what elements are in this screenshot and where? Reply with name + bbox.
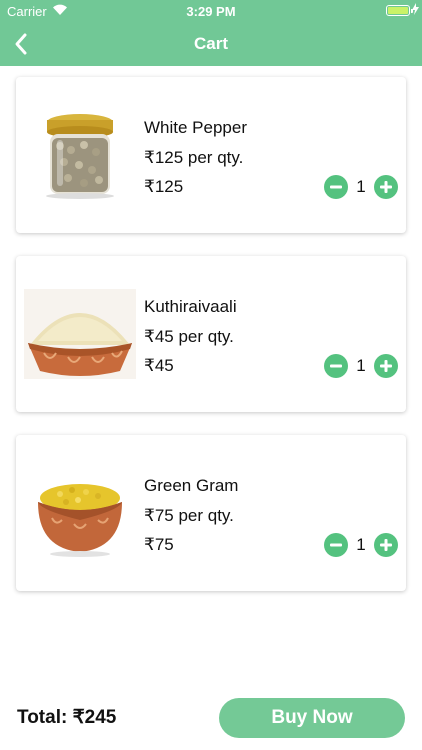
minus-icon [330, 364, 342, 368]
charging-icon [412, 3, 419, 15]
quantity-stepper: 1 [324, 533, 400, 557]
status-bar: Carrier 3:29 PM [0, 0, 422, 22]
minus-icon [330, 543, 342, 547]
navigation-bar: Cart [0, 22, 422, 66]
decrease-quantity-button[interactable] [324, 175, 348, 199]
item-unit-price: ₹75 per qty. [144, 506, 234, 525]
status-time: 3:29 PM [186, 4, 236, 19]
plus-icon [380, 539, 392, 551]
plus-icon [380, 360, 392, 372]
item-unit-price: ₹125 per qty. [144, 148, 244, 167]
item-price: ₹45 [144, 356, 174, 375]
quantity-value: 1 [356, 535, 366, 554]
item-name: Green Gram [144, 476, 239, 495]
decrease-quantity-button[interactable] [324, 354, 348, 378]
green-gram-image [24, 468, 136, 558]
decrease-quantity-button[interactable] [324, 533, 348, 557]
quantity-stepper: 1 [324, 354, 400, 378]
item-name: Kuthiraivaali [144, 297, 237, 316]
increase-quantity-button[interactable] [374, 533, 398, 557]
buy-now-button[interactable]: Buy Now [219, 698, 405, 738]
quantity-value: 1 [356, 177, 366, 196]
cart-item-card: Kuthiraivaali ₹45 per qty. ₹45 1 [16, 256, 406, 412]
increase-quantity-button[interactable] [374, 354, 398, 378]
item-unit-price: ₹45 per qty. [144, 327, 234, 346]
minus-icon [330, 185, 342, 189]
increase-quantity-button[interactable] [374, 175, 398, 199]
battery-icon [386, 5, 413, 16]
quantity-stepper: 1 [324, 175, 400, 199]
cart-total: Total: ₹245 [17, 707, 117, 728]
item-name: White Pepper [144, 118, 247, 137]
white-pepper-image [24, 110, 136, 200]
kuthiraivaali-image [24, 289, 136, 379]
plus-icon [380, 181, 392, 193]
quantity-value: 1 [356, 356, 366, 375]
item-price: ₹125 [144, 177, 184, 196]
page-title: Cart [193, 34, 228, 53]
cart-item-card: White Pepper ₹125 per qty. ₹125 1 [16, 77, 406, 233]
item-price: ₹75 [144, 535, 174, 554]
cart-item-card: Green Gram ₹75 per qty. ₹75 1 [16, 435, 406, 591]
